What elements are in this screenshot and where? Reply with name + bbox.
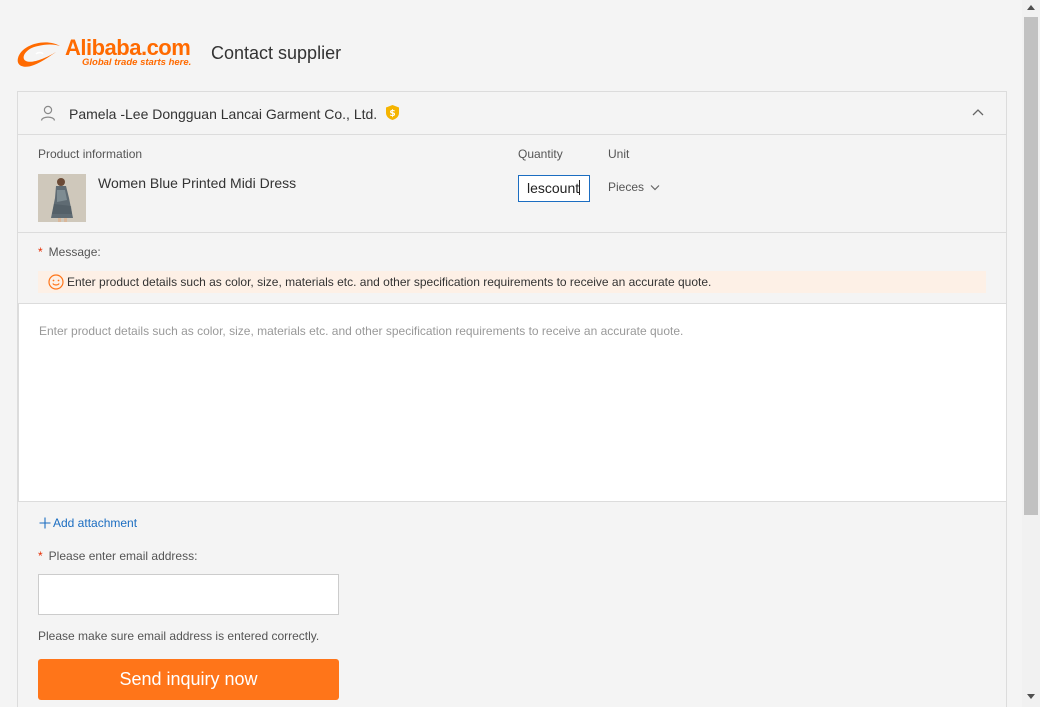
scroll-up-arrow-icon[interactable] — [1027, 5, 1035, 10]
chevron-up-icon[interactable] — [972, 108, 984, 116]
unit-label: Unit — [608, 147, 630, 161]
required-mark: * — [38, 245, 43, 259]
svg-text:$: $ — [389, 109, 395, 119]
scroll-thumb[interactable] — [1024, 17, 1038, 515]
product-info-label: Product information — [38, 147, 143, 161]
message-label: * Message: — [38, 245, 101, 259]
supplier-name: Pamela -Lee Dongguan Lancai Garment Co.,… — [69, 106, 378, 122]
chevron-down-icon — [650, 184, 660, 190]
page-title: Contact supplier — [211, 43, 342, 63]
message-label-text: Message: — [48, 245, 101, 259]
message-placeholder: Enter product details such as color, siz… — [39, 324, 684, 338]
email-input[interactable] — [38, 574, 339, 615]
email-label-text: Please enter email address: — [48, 549, 198, 563]
text-caret — [579, 180, 581, 195]
email-label: * Please enter email address: — [38, 549, 197, 563]
gold-supplier-icon: $ — [386, 105, 399, 120]
unit-value: Pieces — [608, 180, 645, 194]
vertical-scrollbar[interactable] — [1022, 0, 1040, 707]
product-section: Product information Quantity Unit Women … — [18, 136, 1006, 233]
product-thumbnail[interactable] — [38, 174, 86, 222]
contact-supplier-page: Alibaba.com Global trade starts here. Co… — [0, 0, 1022, 707]
logo-swoosh-icon — [17, 42, 61, 67]
product-image — [38, 174, 86, 222]
plus-icon — [39, 517, 51, 529]
unit-dropdown[interactable]: Pieces — [608, 180, 660, 194]
send-inquiry-button[interactable]: Send inquiry now — [38, 659, 339, 700]
quantity-value: lescount — [527, 180, 580, 196]
supplier-row[interactable]: Pamela -Lee Dongguan Lancai Garment Co.,… — [18, 92, 1006, 135]
user-icon — [40, 105, 56, 121]
email-hint: Please make sure email address is entere… — [38, 629, 320, 643]
required-mark: * — [38, 549, 43, 563]
product-name[interactable]: Women Blue Printed Midi Dress — [98, 175, 296, 191]
quantity-label: Quantity — [518, 147, 563, 161]
inquiry-card: Pamela -Lee Dongguan Lancai Garment Co.,… — [17, 91, 1007, 707]
quantity-input[interactable]: lescount — [518, 175, 590, 202]
add-attachment-label: Add attachment — [53, 516, 138, 530]
scroll-down-arrow-icon[interactable] — [1027, 694, 1035, 699]
message-tip-text: Enter product details such as color, siz… — [67, 275, 712, 289]
header: Alibaba.com Global trade starts here. Co… — [16, 35, 341, 72]
smile-icon — [48, 274, 64, 290]
logo-tagline: Global trade starts here. — [82, 57, 192, 68]
alibaba-logo[interactable]: Alibaba.com Global trade starts here. — [16, 35, 200, 72]
add-attachment-link[interactable]: Add attachment — [39, 516, 137, 530]
message-tip: Enter product details such as color, siz… — [38, 271, 986, 293]
message-textarea[interactable]: Enter product details such as color, siz… — [18, 303, 1007, 502]
